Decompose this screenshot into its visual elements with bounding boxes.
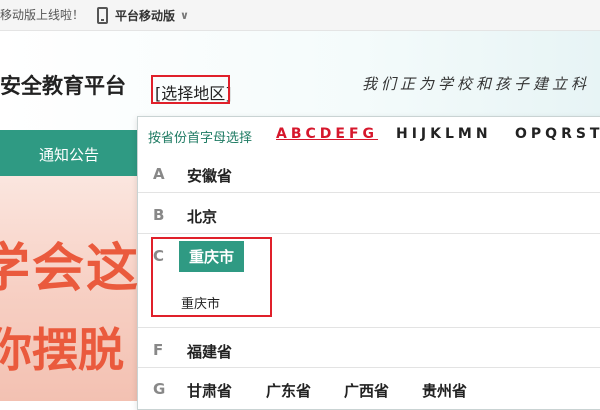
province-fujian[interactable]: 福建省 xyxy=(187,341,232,362)
top-bar: 移动版上线啦！ 平台移动版 ∨ xyxy=(0,0,600,31)
tab-o-t[interactable]: OPQRST xyxy=(515,126,600,142)
province-group-c: C 重庆市 重庆市 xyxy=(138,235,600,328)
province-group-a: A 安徽省 xyxy=(138,156,600,193)
mobile-launch-notice: 移动版上线啦！ xyxy=(0,8,85,22)
group-letter: G xyxy=(153,380,166,398)
province-guangdong[interactable]: 广东省 xyxy=(266,380,311,401)
by-initial-label: 按省份首字母选择 xyxy=(148,131,253,146)
hero-banner[interactable]: 学会这 你摆脱 xyxy=(0,176,138,401)
province-group-f: F 福建省 xyxy=(138,331,600,368)
chevron-down-icon: ∨ xyxy=(180,8,189,22)
province-gansu[interactable]: 甘肃省 xyxy=(187,380,232,401)
group-letter: F xyxy=(153,341,164,359)
mobile-version-label: 平台移动版 xyxy=(115,8,176,23)
region-initial-tabs: 按省份首字母选择 ABCDEFG HIJKLMN OPQRST xyxy=(138,117,600,153)
province-group-b: B 北京 xyxy=(138,196,600,234)
province-anhui[interactable]: 安徽省 xyxy=(187,165,232,186)
banner-headline-line2: 你摆脱 xyxy=(0,323,124,377)
mobile-version-link[interactable]: 平台移动版 ∨ xyxy=(97,5,189,25)
group-letter: A xyxy=(153,165,165,183)
province-guangxi[interactable]: 广西省 xyxy=(344,380,389,401)
tab-a-g[interactable]: ABCDEFG xyxy=(276,126,378,142)
nav-item-announcements[interactable]: 通知公告 xyxy=(39,144,99,165)
region-button-highlight xyxy=(151,75,230,104)
banner-headline-line1: 学会这 xyxy=(0,239,138,299)
phone-icon xyxy=(97,6,108,24)
tab-h-n[interactable]: HIJKLMN xyxy=(396,126,492,142)
site-title: 安全教育平台 xyxy=(0,74,126,98)
region-picker-dropdown: 按省份首字母选择 ABCDEFG HIJKLMN OPQRST A 安徽省 B … xyxy=(137,116,600,410)
province-beijing[interactable]: 北京 xyxy=(187,206,217,227)
province-guizhou[interactable]: 贵州省 xyxy=(422,380,467,401)
group-letter: B xyxy=(153,206,165,224)
slogan: 我们正为学校和孩子建立科 xyxy=(362,75,591,93)
city-selection-highlight xyxy=(151,237,272,317)
province-group-g: G 甘肃省 广东省 广西省 贵州省 xyxy=(138,370,600,408)
